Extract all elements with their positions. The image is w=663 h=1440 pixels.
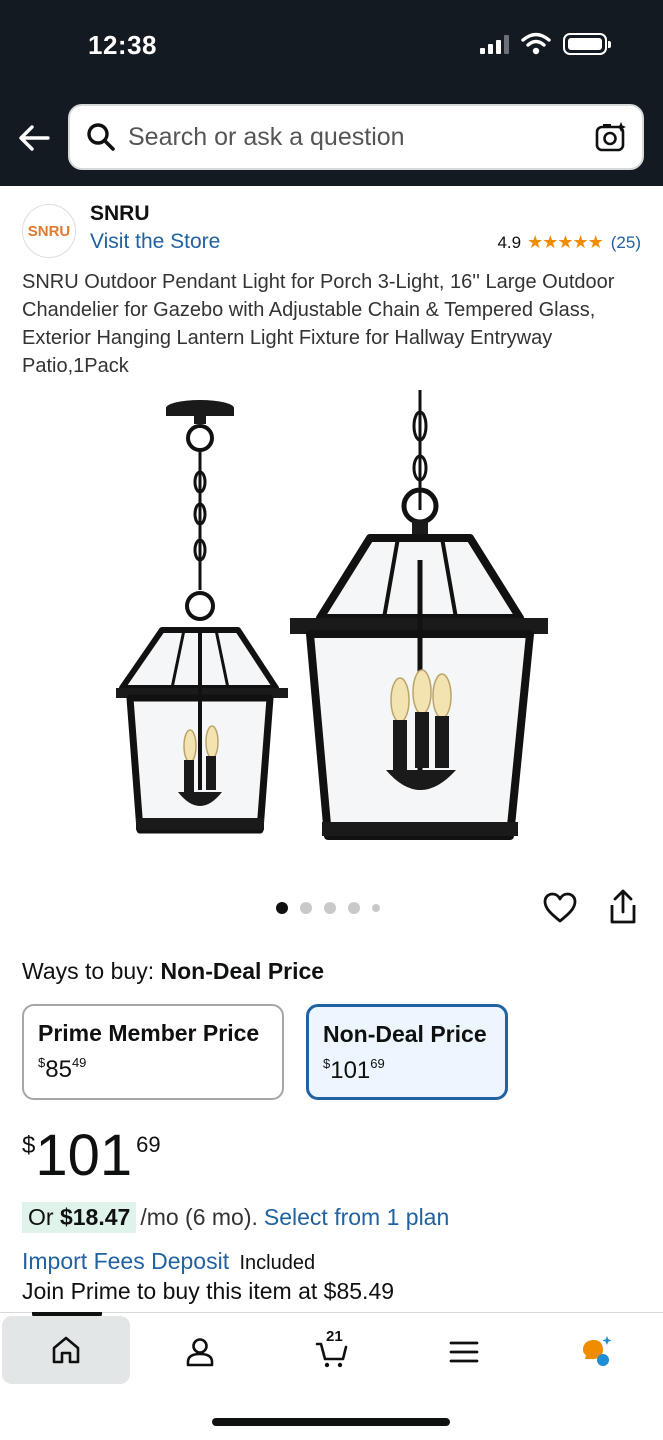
ways-to-buy-selected: Non-Deal Price [160,958,325,984]
rating-summary[interactable]: 4.9 ★★★★★ (25) [497,232,641,253]
join-prime-offer[interactable]: Join Prime to buy this item at $85.49 [22,1278,394,1305]
status-time: 12:38 [88,30,157,60]
product-image[interactable] [100,390,560,850]
small-lantern [116,400,288,834]
back-arrow-icon[interactable] [16,118,52,158]
search-input[interactable] [128,122,568,152]
import-fees: Import Fees Deposit Included [22,1248,315,1275]
price-option-amount: $10169 [323,1056,385,1084]
installment-offer: Or $18.47 /mo (6 mo). Select from 1 plan [22,1202,449,1233]
price-option-amount: $8549 [38,1055,87,1083]
carousel-dot[interactable] [348,902,360,914]
visit-store-link[interactable]: Visit the Store [90,230,220,254]
product-title: SNRU Outdoor Pendant Light for Porch 3-L… [22,271,615,377]
select-plan-link[interactable]: Select from 1 plan [264,1204,449,1231]
non-deal-price-option[interactable]: Non-Deal Price $10169 [306,1004,508,1100]
wifi-icon [521,32,551,55]
import-fees-link[interactable]: Import Fees Deposit [22,1248,229,1274]
store-logo[interactable]: SNRU [22,204,76,258]
carousel-dot[interactable] [372,904,380,912]
large-lantern [290,390,548,840]
review-count[interactable]: (25) [611,233,641,253]
installment-term: /mo (6 mo). [140,1204,258,1230]
star-rating-icon: ★★★★★ [527,232,604,252]
cart-count: 21 [326,1328,343,1345]
nav-rufus[interactable] [546,1320,646,1384]
battery-icon [563,33,611,55]
carousel-dot-active[interactable] [276,902,288,914]
price-option-label: Non-Deal Price [323,1021,487,1047]
product-page: 12:38 SNRU SNRU Visit the Store 4.9 [0,0,663,1440]
nav-menu[interactable] [414,1320,514,1384]
camera-search-icon[interactable] [594,120,628,154]
current-price: $ 101 69 [22,1123,161,1188]
rating-score: 4.9 [497,232,522,252]
ways-to-buy: Ways to buy: Non-Deal Price [22,958,324,985]
home-indicator [212,1418,450,1426]
installment-amount: Or $18.47 [22,1202,137,1233]
ways-to-buy-label: Ways to buy: [22,958,155,984]
status-icons [480,32,611,56]
account-icon [186,1338,214,1367]
store-name: SNRU [90,202,150,225]
home-icon [52,1336,80,1364]
carousel-dot[interactable] [300,902,312,914]
menu-icon [449,1341,479,1363]
cellular-signal-icon [480,34,509,54]
image-carousel-dots[interactable] [276,902,380,914]
search-icon [87,123,115,151]
nav-account[interactable] [150,1320,250,1384]
import-fees-status: Included [239,1252,316,1274]
rufus-icon [583,1336,612,1366]
prime-price-option[interactable]: Prime Member Price $8549 [22,1004,284,1100]
search-bar[interactable] [68,104,644,170]
share-icon[interactable] [606,888,640,926]
heart-icon[interactable] [542,890,578,926]
price-option-label: Prime Member Price [38,1020,260,1046]
nav-home[interactable] [2,1316,130,1384]
carousel-dot[interactable] [324,902,336,914]
